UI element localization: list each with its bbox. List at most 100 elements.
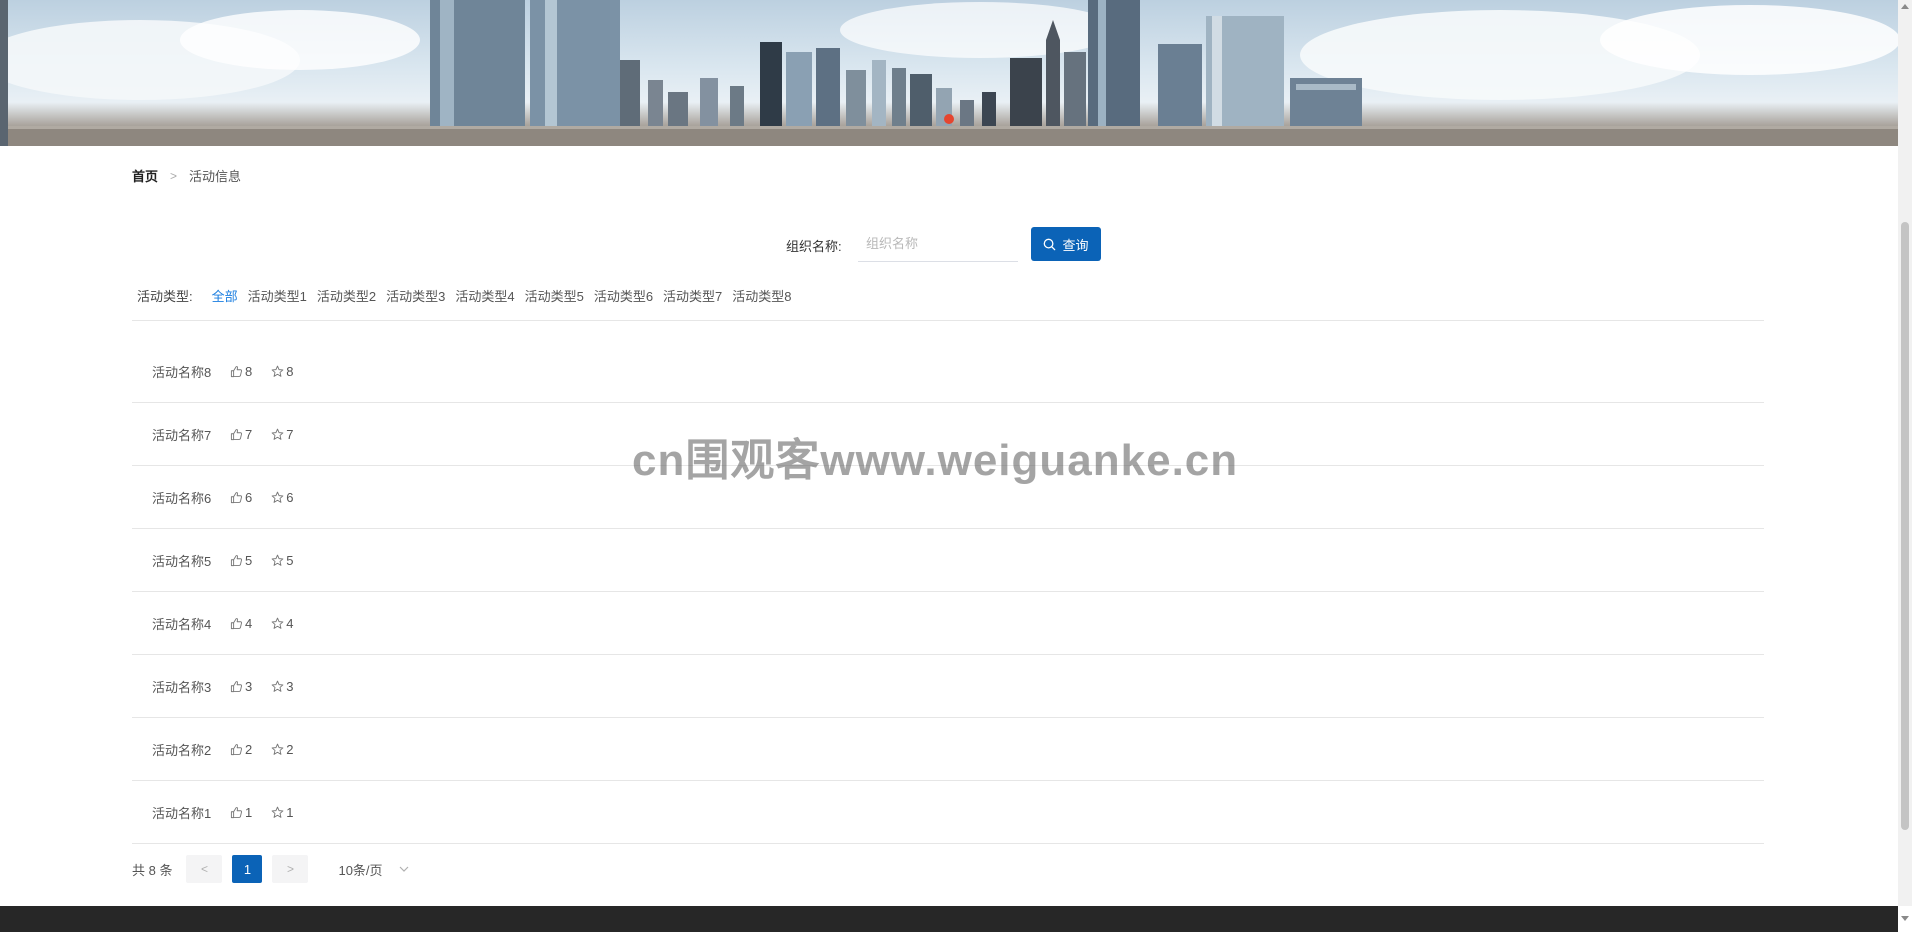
activity-type-item[interactable]: 活动类型3	[386, 286, 445, 305]
like-count[interactable]: 4	[230, 616, 252, 631]
page-size-label: 10条/页	[338, 862, 383, 878]
activity-name[interactable]: 活动名称7	[152, 425, 230, 444]
activity-name[interactable]: 活动名称4	[152, 614, 230, 633]
search-button-label: 查询	[1062, 237, 1089, 253]
star-icon	[271, 365, 284, 378]
favorite-count-value: 4	[286, 615, 294, 631]
thumbs-up-icon	[230, 743, 243, 756]
like-count[interactable]: 7	[230, 427, 252, 442]
prev-page-button[interactable]: <	[186, 855, 223, 883]
like-count[interactable]: 2	[230, 742, 252, 757]
favorite-count[interactable]: 3	[271, 679, 293, 694]
like-count-value: 1	[245, 804, 253, 820]
star-icon	[271, 680, 284, 693]
pagination: 共 8 条 < 1 > 10条/页	[132, 855, 409, 883]
favorite-count[interactable]: 5	[271, 553, 293, 568]
activity-type-label: 活动类型:	[137, 289, 193, 304]
breadcrumb-home-link[interactable]: 首页	[132, 166, 158, 185]
activity-name[interactable]: 活动名称6	[152, 488, 230, 507]
favorite-count-value: 7	[286, 426, 294, 442]
favorite-count-value: 2	[286, 741, 294, 757]
thumbs-up-icon	[230, 617, 243, 630]
favorite-count[interactable]: 1	[271, 805, 293, 820]
like-count[interactable]: 5	[230, 553, 252, 568]
next-page-button[interactable]: >	[272, 855, 309, 883]
star-icon	[271, 428, 284, 441]
list-item[interactable]: 活动名称2 2 2	[132, 718, 1764, 781]
activity-type-item[interactable]: 活动类型1	[248, 286, 307, 305]
search-label: 组织名称:	[786, 239, 842, 254]
organization-name-input[interactable]	[858, 226, 1018, 262]
star-icon	[271, 491, 284, 504]
watermark: cn围观客www.weiguanke.cn	[632, 436, 1239, 485]
scroll-down-icon[interactable]	[1901, 916, 1909, 921]
list-item[interactable]: 活动名称4 4 4	[132, 592, 1764, 655]
thumbs-up-icon	[230, 365, 243, 378]
activity-name[interactable]: 活动名称3	[152, 677, 230, 696]
carousel-indicator-dot[interactable]	[944, 114, 954, 124]
activity-type-item[interactable]: 活动类型4	[455, 286, 514, 305]
like-count-value: 8	[245, 363, 253, 379]
filter-divider	[132, 320, 1764, 321]
favorite-count[interactable]: 2	[271, 742, 293, 757]
search-button[interactable]: 查询	[1031, 227, 1101, 261]
favorite-count[interactable]: 7	[271, 427, 293, 442]
page-size-select[interactable]: 10条/页	[338, 860, 408, 879]
like-count[interactable]: 3	[230, 679, 252, 694]
favorite-count-value: 3	[286, 678, 294, 694]
chevron-down-icon	[399, 866, 408, 872]
activity-list: 活动名称8 8 8 活动名称7 7 7 活动名称6 6 6 活动名称5 5 5 活动名称4 4 4 活动名称3…	[132, 340, 1764, 844]
breadcrumb: 首页 > 活动信息	[132, 166, 241, 185]
favorite-count[interactable]: 4	[271, 616, 293, 631]
list-item[interactable]: 活动名称3 3 3	[132, 655, 1764, 718]
like-count[interactable]: 1	[230, 805, 252, 820]
activity-type-list: 全部 活动类型1 活动类型2 活动类型3 活动类型4 活动类型5 活动类型6 活动类型7 活动类…	[212, 286, 802, 305]
thumbs-up-icon	[230, 806, 243, 819]
activity-type-item[interactable]: 活动类型6	[594, 286, 653, 305]
favorite-count-value: 6	[286, 489, 294, 505]
favorite-count-value: 1	[286, 804, 294, 820]
favorite-count[interactable]: 6	[271, 490, 293, 505]
activity-type-item[interactable]: 活动类型8	[732, 286, 791, 305]
like-count-value: 5	[245, 552, 253, 568]
activity-type-item[interactable]: 活动类型5	[525, 286, 584, 305]
like-count-value: 3	[245, 678, 253, 694]
activity-name[interactable]: 活动名称5	[152, 551, 230, 570]
favorite-count-value: 5	[286, 552, 294, 568]
favorite-count[interactable]: 8	[271, 364, 293, 379]
star-icon	[271, 743, 284, 756]
like-count-value: 6	[245, 489, 253, 505]
activity-name[interactable]: 活动名称8	[152, 362, 230, 381]
banner-left-edge	[0, 0, 8, 146]
activity-type-filter: 活动类型: 全部 活动类型1 活动类型2 活动类型3 活动类型4 活动类型5 活动类型6 活动…	[137, 286, 802, 305]
thumbs-up-icon	[230, 491, 243, 504]
footer	[0, 906, 1898, 932]
page-number-button[interactable]: 1	[232, 855, 263, 883]
banner	[0, 0, 1898, 146]
like-count[interactable]: 8	[230, 364, 252, 379]
star-icon	[271, 806, 284, 819]
breadcrumb-separator: >	[170, 168, 178, 183]
star-icon	[271, 554, 284, 567]
thumbs-up-icon	[230, 428, 243, 441]
star-icon	[271, 617, 284, 630]
pagination-total: 共 8 条	[132, 862, 173, 878]
activity-name[interactable]: 活动名称2	[152, 740, 230, 759]
like-count-value: 2	[245, 741, 253, 757]
breadcrumb-current: 活动信息	[189, 169, 242, 184]
thumbs-up-icon	[230, 680, 243, 693]
like-count[interactable]: 6	[230, 490, 252, 505]
like-count-value: 7	[245, 426, 253, 442]
favorite-count-value: 8	[286, 363, 294, 379]
list-item[interactable]: 活动名称5 5 5	[132, 529, 1764, 592]
list-item[interactable]: 活动名称1 1 1	[132, 781, 1764, 844]
list-item[interactable]: 活动名称8 8 8	[132, 340, 1764, 403]
activity-name[interactable]: 活动名称1	[152, 803, 230, 822]
activity-type-all[interactable]: 全部	[212, 286, 238, 305]
activity-type-item[interactable]: 活动类型7	[663, 286, 722, 305]
scrollbar-thumb[interactable]	[1901, 222, 1909, 830]
activity-type-item[interactable]: 活动类型2	[317, 286, 376, 305]
scroll-up-icon[interactable]	[1901, 4, 1909, 9]
search-icon	[1044, 238, 1056, 250]
thumbs-up-icon	[230, 554, 243, 567]
